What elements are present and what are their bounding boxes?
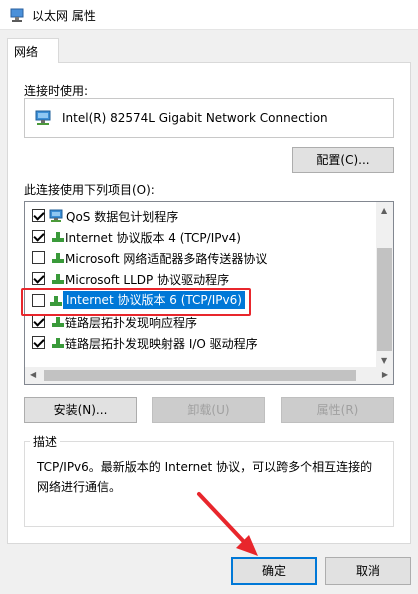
vertical-scroll-thumb[interactable] [377,248,392,351]
item-checkbox[interactable] [32,336,45,349]
vertical-scrollbar[interactable]: ▲ ▼ [376,202,393,368]
items-label: 此连接使用下列项目(O): [24,183,155,197]
list-item[interactable]: Microsoft LLDP 协议驱动程序 [25,268,377,289]
properties-button[interactable]: 属性(R) [281,397,394,423]
scroll-left-icon[interactable]: ◀ [30,371,36,379]
protocol-icon [52,317,64,327]
item-checkbox[interactable] [32,251,45,264]
cancel-button[interactable]: 取消 [325,557,411,585]
item-label: Microsoft LLDP 协议驱动程序 [65,273,230,287]
scroll-up-icon[interactable]: ▲ [381,207,387,215]
connect-using-label: 连接时使用: [24,84,89,98]
item-label: 链路层拓扑发现映射器 I/O 驱动程序 [65,337,258,351]
item-label: QoS 数据包计划程序 [66,210,179,224]
item-label: Internet 协议版本 4 (TCP/IPv4) [65,231,241,245]
item-checkbox[interactable] [32,315,45,328]
item-label: Microsoft 网络适配器多路传送器协议 [65,252,268,266]
install-button[interactable]: 安装(N)... [24,397,137,423]
horizontal-scrollbar[interactable]: ◀ ▶ [25,367,393,384]
annotation-highlight-box [21,288,251,316]
description-text: TCP/IPv6。最新版本的 Internet 协议，可以跨多个相互连接的网络进… [37,460,373,494]
item-label: 链路层拓扑发现响应程序 [65,316,198,330]
adapter-box: Intel(R) 82574L Gigabit Network Connecti… [24,98,394,138]
item-checkbox[interactable] [32,272,45,285]
title-bar: 以太网 属性 [0,0,418,30]
protocol-icon [52,274,64,284]
list-item[interactable]: Microsoft 网络适配器多路传送器协议 [25,247,377,268]
qos-icon [49,209,63,222]
list-item[interactable]: Internet 协议版本 4 (TCP/IPv4) [25,226,377,247]
configure-button[interactable]: 配置(C)... [292,147,394,173]
scroll-down-icon[interactable]: ▼ [381,357,387,365]
window-title: 以太网 属性 [32,9,96,23]
tab-network-label: 网络 [14,45,39,59]
uninstall-button[interactable]: 卸载(U) [152,397,265,423]
protocol-icon [52,253,64,263]
protocol-icon [52,338,64,348]
horizontal-scroll-thumb[interactable] [44,370,356,381]
list-item[interactable]: 链路层拓扑发现映射器 I/O 驱动程序 [25,332,377,353]
network-adapter-icon [10,8,24,22]
list-item[interactable]: QoS 数据包计划程序 [25,205,377,226]
adapter-name: Intel(R) 82574L Gigabit Network Connecti… [62,111,328,125]
tab-network[interactable]: 网络 [7,38,59,63]
scroll-right-icon[interactable]: ▶ [382,371,388,379]
ok-button[interactable]: 确定 [231,557,317,585]
description-title: 描述 [30,433,61,450]
network-card-icon [35,110,51,125]
protocol-icon [52,232,64,242]
item-checkbox[interactable] [32,209,45,222]
item-checkbox[interactable] [32,230,45,243]
